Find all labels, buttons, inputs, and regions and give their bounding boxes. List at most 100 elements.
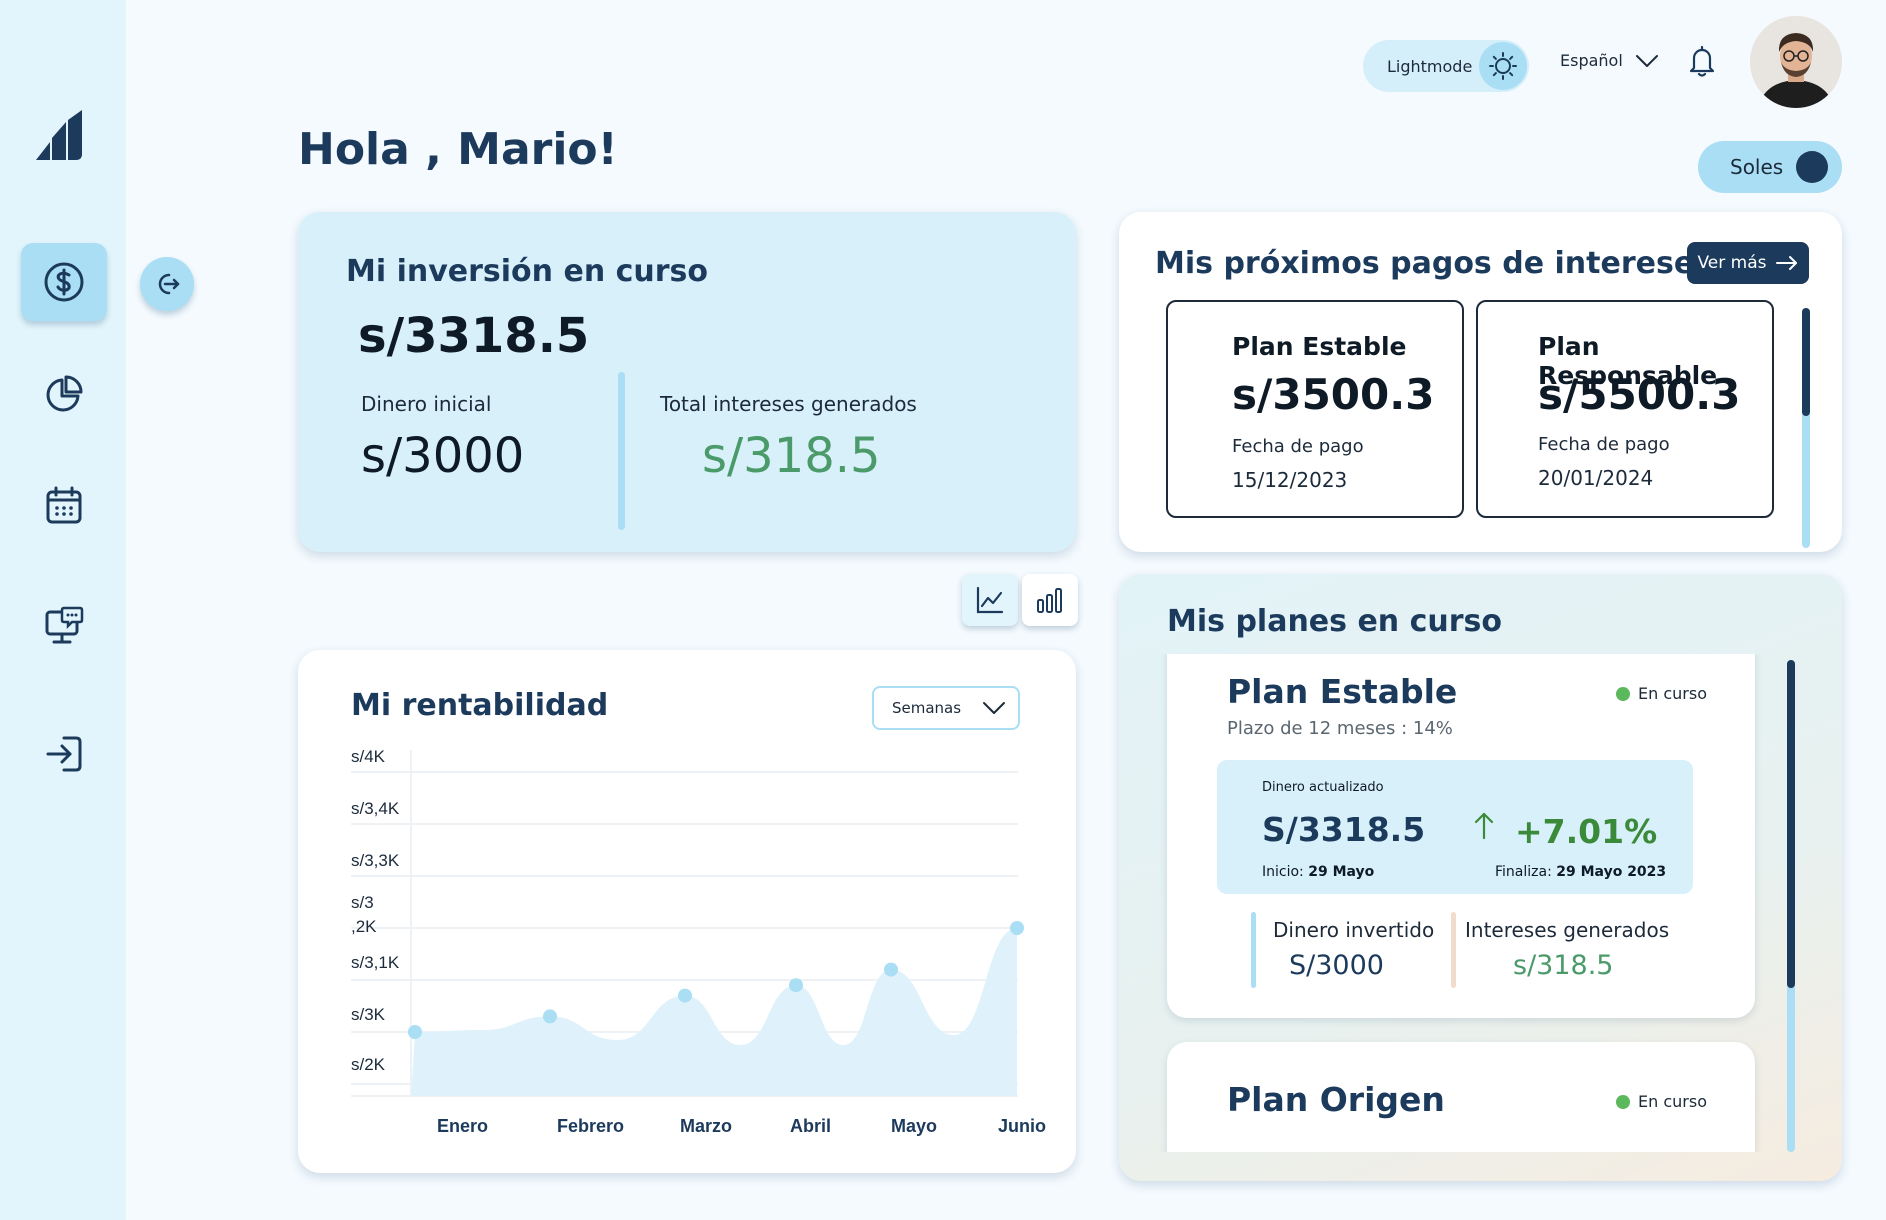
nav-portfolio[interactable] (21, 355, 107, 433)
language-label: Español (1560, 51, 1623, 70)
status-label: En curso (1638, 684, 1707, 703)
payment-date: 20/01/2024 (1538, 466, 1654, 490)
interest-value: s/318.5 (1513, 950, 1614, 981)
nav-support[interactable] (21, 586, 107, 664)
invested-value: S/3000 (1289, 950, 1384, 981)
investment-title: Mi inversión en curso (346, 254, 709, 289)
currency-label: Soles (1730, 155, 1784, 179)
data-point (543, 1009, 557, 1024)
pie-chart-icon (46, 375, 83, 412)
page-title: Hola , Mario! (298, 124, 618, 175)
bar-chart-toggle[interactable] (1022, 574, 1078, 626)
start-label: Inicio: (1262, 864, 1304, 880)
dollar-icon (44, 262, 84, 302)
see-more-button[interactable]: Ver más (1687, 242, 1809, 284)
y-tick-label: s/2K (351, 1055, 386, 1074)
y-tick-label: s/3 (351, 893, 374, 912)
plans-scrollbar[interactable] (1787, 660, 1795, 1152)
plan-term: Plazo de 12 meses : 14% (1227, 718, 1453, 739)
start-date: Inicio: 29 Mayo (1262, 864, 1374, 880)
payment-date: 15/12/2023 (1232, 468, 1348, 492)
investment-card: Mi inversión en curso s/3318.5 Dinero in… (298, 212, 1076, 552)
y-tick-label: s/3,3K (351, 851, 400, 870)
y-tick-label: s/3,4K (351, 799, 400, 818)
scrollbar-thumb[interactable] (1802, 308, 1810, 416)
invested-accent-bar (1251, 912, 1256, 988)
payment-plan-card[interactable]: Plan Responsable s/5500.3 Fecha de pago … (1476, 300, 1774, 518)
chevron-down-icon (1635, 54, 1658, 67)
nav-calendar[interactable] (21, 466, 107, 544)
x-tick-label: Enero (437, 1116, 488, 1136)
collapse-sidebar-button[interactable] (140, 257, 194, 311)
sidebar (0, 0, 126, 1220)
support-chat-icon (45, 606, 84, 644)
status-badge: En curso (1616, 1092, 1707, 1111)
nav-investments[interactable] (21, 243, 107, 321)
y-tick-label: s/4K (351, 747, 386, 766)
plan-name: Plan Origen (1227, 1080, 1445, 1119)
active-plans-card: Mis planes en curso Plan Estable Plazo d… (1119, 574, 1842, 1181)
divider (618, 372, 625, 530)
nav-login[interactable] (21, 715, 107, 793)
currency-toggle[interactable]: Soles (1698, 141, 1842, 193)
theme-label: Lightmode (1387, 57, 1473, 76)
interest-label: Intereses generados (1465, 918, 1670, 942)
updated-money-panel: Dinero actualizado S/3318.5 +7.01% Inici… (1217, 760, 1693, 894)
data-point (678, 988, 692, 1003)
initial-money-value: s/3000 (361, 428, 525, 484)
plan-card[interactable]: Plan Estable Plazo de 12 meses : 14% En … (1167, 654, 1755, 1018)
profitability-chart: s/4K s/3,4K s/3,3K s/3 ,2K s/3,1K s/3K s/2K Ener… (351, 747, 1046, 1136)
x-tick-label: Febrero (557, 1116, 624, 1136)
data-point (884, 962, 898, 977)
invested-label: Dinero invertido (1273, 918, 1435, 942)
updated-money-label: Dinero actualizado (1262, 780, 1384, 795)
plans-list[interactable]: Plan Estable Plazo de 12 meses : 14% En … (1119, 654, 1842, 1152)
sun-icon (1479, 42, 1527, 90)
y-tick-label: s/3K (351, 1005, 386, 1024)
status-label: En curso (1638, 1092, 1707, 1111)
start-value: 29 Mayo (1308, 864, 1375, 880)
end-date: Finaliza: 29 Mayo 2023 (1495, 864, 1666, 880)
avatar[interactable] (1750, 16, 1842, 108)
x-tick-label: Abril (790, 1116, 831, 1136)
payment-date-label: Fecha de pago (1232, 436, 1364, 457)
logo-icon (36, 110, 82, 160)
y-tick-label: s/3,1K (351, 953, 400, 972)
see-more-label: Ver más (1697, 253, 1767, 273)
end-label: Finaliza: (1495, 864, 1552, 880)
bell-icon[interactable] (1688, 44, 1716, 78)
plan-card[interactable]: Plan Origen En curso (1167, 1042, 1755, 1152)
x-tick-label: Marzo (680, 1116, 732, 1136)
data-point (408, 1025, 422, 1039)
total-interest-label: Total intereses generados (660, 392, 917, 416)
x-tick-label: Junio (998, 1116, 1046, 1136)
payment-date-label: Fecha de pago (1538, 434, 1670, 455)
arrow-right-icon (1775, 256, 1797, 270)
updated-money-value: S/3318.5 (1262, 810, 1426, 849)
payment-plan-card[interactable]: Plan Estable s/3500.3 Fecha de pago 15/1… (1166, 300, 1464, 518)
scrollbar-thumb[interactable] (1787, 660, 1795, 988)
area-series (411, 928, 1017, 1096)
initial-money-label: Dinero inicial (361, 392, 492, 416)
bar-chart-icon (1037, 588, 1062, 613)
data-point (789, 978, 803, 993)
status-badge: En curso (1616, 684, 1707, 703)
line-chart-toggle[interactable] (962, 574, 1018, 626)
arrow-up-icon (1474, 812, 1494, 840)
end-value: 29 Mayo 2023 (1556, 864, 1667, 880)
theme-toggle[interactable]: Lightmode (1363, 40, 1529, 92)
plan-name: Plan Estable (1227, 672, 1458, 711)
status-dot-icon (1616, 686, 1631, 701)
calendar-icon (46, 486, 82, 524)
plans-title: Mis planes en curso (1167, 604, 1502, 639)
profitability-card: Mi rentabilidad Semanas s/4K s/3,4K s/3,3K… (298, 650, 1076, 1173)
payments-scrollbar[interactable] (1802, 308, 1810, 548)
language-selector[interactable]: Español (1560, 51, 1659, 70)
y-tick-label: ,2K (351, 917, 377, 936)
data-point (1010, 921, 1024, 935)
x-tick-label: Mayo (891, 1116, 937, 1136)
login-icon (46, 736, 82, 772)
change-percent: +7.01% (1515, 812, 1658, 851)
upcoming-payments-card: Mis próximos pagos de intereses Ver más … (1119, 212, 1842, 552)
status-dot-icon (1616, 1094, 1631, 1109)
